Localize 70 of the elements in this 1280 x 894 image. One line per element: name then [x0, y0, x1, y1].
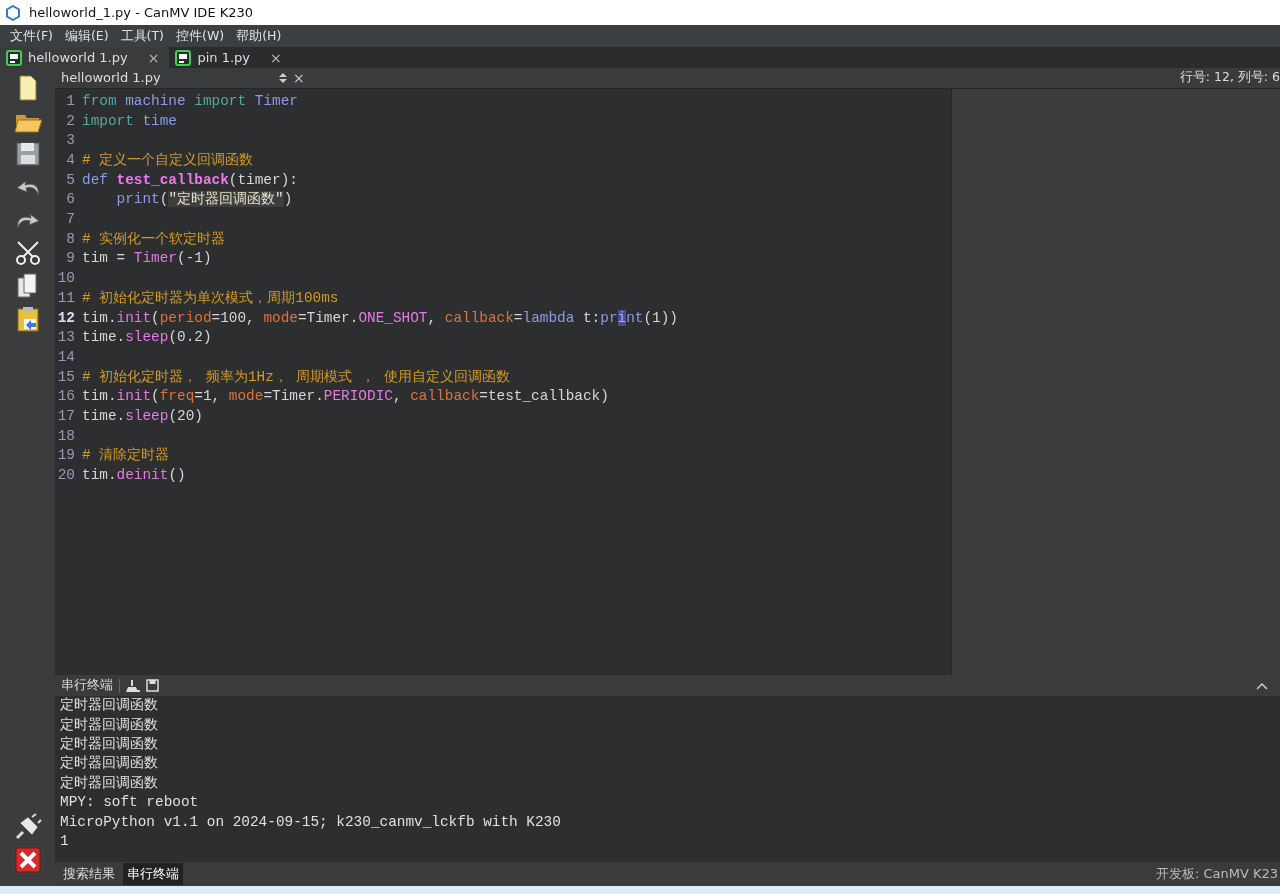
code-line: time.sleep(20): [82, 406, 203, 426]
close-icon[interactable]: ×: [293, 70, 305, 86]
menu-item[interactable]: 控件(W): [176, 27, 225, 45]
menu-item[interactable]: 编辑(E): [64, 27, 109, 45]
code-line: from machine import Timer: [82, 91, 298, 111]
app-logo-icon: [5, 4, 21, 21]
terminal-line: MicroPython v1.1 on 2024-09-15; k230_canmv_lckfb with K230: [60, 812, 562, 832]
code-line: # 初始化定时器， 频率为1Hz， 周期模式 ， 使用自定义回调函数: [82, 367, 510, 387]
code-line: # 清除定时器: [82, 446, 170, 466]
terminal-line: 定时器回调函数: [60, 715, 159, 735]
sort-arrows-icon[interactable]: [279, 73, 287, 83]
code-line: print("定时器回调函数"): [115, 190, 293, 210]
board-label: 开发板: CanMV K23: [1155, 865, 1279, 883]
panel-tab[interactable]: 串行终端: [123, 863, 183, 885]
terminal-line: 定时器回调函数: [60, 735, 159, 754]
code-line: # 定义一个自定义回调函数: [82, 151, 254, 171]
close-icon[interactable]: ×: [147, 49, 160, 66]
line-number: 3: [65, 131, 75, 151]
file-dropdown[interactable]: helloworld 1.py: [61, 70, 293, 86]
panel-tab[interactable]: 搜索结果: [59, 863, 119, 885]
terminal-line: 定时器回调函数: [60, 773, 159, 793]
line-number: 14: [56, 347, 75, 367]
tab-label: helloworld 1.py: [28, 50, 128, 65]
line-number: 4: [65, 151, 75, 171]
plug-icon[interactable]: [13, 813, 42, 841]
code-line: tim = Timer(-1): [82, 249, 212, 269]
terminal-line: MPY: soft reboot: [60, 793, 200, 813]
collapse-caret-icon[interactable]: [1256, 681, 1268, 690]
code-line: import time: [82, 111, 177, 131]
terminal-line: 1: [60, 831, 70, 851]
menu-item[interactable]: 文件(F): [10, 27, 53, 45]
line-number: 2: [65, 111, 75, 131]
menu-item[interactable]: 帮助(H): [236, 27, 282, 45]
line-number: 1: [65, 91, 75, 111]
menu-item[interactable]: 工具(T): [120, 27, 164, 45]
line-number: 15: [56, 367, 75, 387]
code-line: # 实例化一个软定时器: [82, 229, 226, 249]
code-line: tim.deinit(): [82, 466, 186, 486]
line-number: 5: [65, 170, 75, 190]
line-number: 11: [56, 288, 75, 308]
window-title: helloworld_1.py - CanMV IDE K230: [29, 5, 254, 20]
line-number: 20: [56, 466, 75, 486]
line-number: 19: [56, 446, 75, 466]
panel-title: 串行终端: [61, 677, 113, 695]
code-line: tim.init(freq=1, mode=Timer.PERIODIC, callback=test_callback): [82, 387, 609, 407]
code-line: tim.init(period=100, mode=Timer.ONE_SHOT, callback=lambda t:print(1)): [82, 308, 678, 328]
broom-icon[interactable]: [126, 678, 140, 693]
line-number: 7: [65, 210, 75, 230]
line-number: 10: [56, 269, 75, 289]
line-number: 17: [56, 406, 75, 426]
line-number: 18: [56, 426, 75, 446]
scissors-icon[interactable]: [13, 239, 42, 267]
python-file-icon: [6, 49, 22, 66]
line-number: 12: [56, 308, 75, 328]
close-icon[interactable]: [13, 846, 42, 874]
file-tab[interactable]: helloworld 1.py ×: [0, 47, 170, 68]
line-number: 13: [56, 328, 75, 348]
terminal-line: 定时器回调函数: [60, 754, 159, 774]
tab-label: pin 1.py: [197, 50, 251, 65]
line-number: 6: [65, 190, 75, 210]
code-line: def test_callback(timer):: [82, 170, 298, 190]
file-tab[interactable]: pin 1.py ×: [169, 47, 292, 68]
line-number: 9: [65, 249, 75, 269]
line-number: 16: [56, 387, 75, 407]
code-line: # 初始化定时器为单次模式，周期100ms: [82, 288, 339, 308]
close-icon[interactable]: ×: [270, 49, 282, 66]
terminal-line: 定时器回调函数: [60, 696, 159, 716]
code-line: time.sleep(0.2): [82, 328, 212, 348]
cursor-position: 行号: 12, 列号: 6: [1179, 69, 1280, 87]
line-number: 8: [65, 229, 75, 249]
